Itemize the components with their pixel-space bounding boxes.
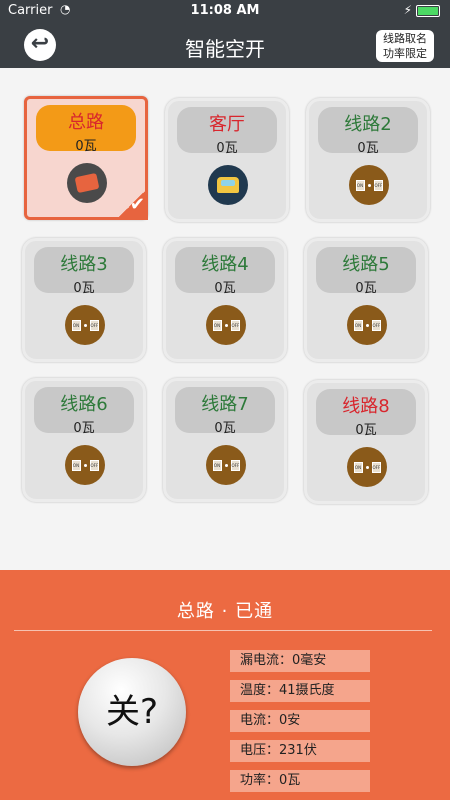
circuit-card-line-4[interactable]: 线路4 0瓦 ON OFF [163, 238, 287, 362]
circuit-card-line-5[interactable]: 线路5 0瓦 ON OFF [304, 238, 428, 362]
circuit-power: 0瓦 [355, 281, 377, 296]
circuit-status-title: 总路 · 已通 [176, 601, 274, 622]
current-reading: 电流：0安 [230, 710, 370, 732]
circuit-name: 线路4 [201, 254, 249, 275]
status-panel: 总路 · 已通 关? 漏电流：0毫安 温度：41摄氏度 电流：0安 电压：231… [0, 570, 450, 800]
circuit-card-line-3[interactable]: 线路3 0瓦 ON OFF [22, 238, 146, 362]
panel-divider [14, 630, 432, 631]
switch-off-label: OFF [230, 459, 240, 471]
circuit-power: 0瓦 [216, 141, 238, 156]
card-header: 线路6 0瓦 [34, 387, 134, 436]
circuit-name: 总路 [68, 112, 104, 133]
status-time: 11:08 AM [190, 3, 260, 18]
switch-off-label: OFF [371, 461, 381, 473]
switch-icon: ON OFF [65, 305, 105, 345]
card-header: 总路 0瓦 [36, 105, 136, 154]
status-bar: Carrier ◔ 11:08 AM ⚡ [0, 0, 450, 22]
card-header: 线路5 0瓦 [316, 247, 416, 296]
switch-off-label: OFF [373, 179, 383, 191]
card-header: 线路7 0瓦 [175, 387, 275, 436]
switch-on-label: ON [212, 459, 222, 471]
switch-icon: ON OFF [206, 305, 246, 345]
circuit-card-line-6[interactable]: 线路6 0瓦 ON OFF [22, 378, 146, 502]
switch-icon: ON OFF [347, 305, 387, 345]
switch-off-label: OFF [230, 319, 240, 331]
sofa-icon [208, 165, 248, 205]
battery-icon [416, 5, 440, 17]
card-header: 线路4 0瓦 [175, 247, 275, 296]
charging-icon: ⚡ [403, 3, 412, 17]
card-header: 线路3 0瓦 [34, 247, 134, 296]
switch-on-label: ON [71, 459, 81, 471]
switch-on-label: ON [71, 319, 81, 331]
card-header: 客厅 0瓦 [177, 107, 277, 156]
switch-on-label: ON [212, 319, 222, 331]
switch-on-label: ON [355, 179, 365, 191]
switch-icon: ON OFF [349, 165, 389, 205]
circuit-card-main[interactable]: 总路 0瓦 ✔ [24, 96, 148, 220]
circuit-name: 线路7 [201, 394, 249, 415]
battery-level-fill [418, 7, 438, 15]
circuit-name: 线路8 [342, 396, 390, 417]
circuit-name: 线路5 [342, 254, 390, 275]
circuit-name: 线路2 [344, 114, 392, 135]
circuit-name: 线路6 [60, 394, 108, 415]
circuit-card-line-2[interactable]: 线路2 0瓦 ON OFF [306, 98, 430, 222]
switch-on-label: ON [353, 461, 363, 473]
card-header: 线路2 0瓦 [318, 107, 418, 156]
circuit-card-line-7[interactable]: 线路7 0瓦 ON OFF [163, 378, 287, 502]
switch-off-label: OFF [89, 319, 99, 331]
circuit-power: 0瓦 [73, 421, 95, 436]
switch-icon: ON OFF [347, 447, 387, 487]
breaker-icon [67, 163, 107, 203]
power-reading: 功率：0瓦 [230, 770, 370, 792]
power-limit-label: 功率限定 [383, 47, 427, 60]
voltage-reading: 电压：231伏 [230, 740, 370, 762]
circuit-power: 0瓦 [214, 421, 236, 436]
switch-on-label: ON [353, 319, 363, 331]
selected-check-icon: ✔ [116, 188, 148, 220]
circuit-power: 0瓦 [73, 281, 95, 296]
power-off-button[interactable]: 关? [78, 658, 186, 766]
rename-label: 线路取名 [383, 32, 427, 45]
circuit-card-line-8[interactable]: 线路8 0瓦 ON OFF [304, 380, 428, 504]
card-header: 线路8 0瓦 [316, 389, 416, 438]
rename-limit-button[interactable]: 线路取名 功率限定 [376, 30, 434, 62]
nav-bar: ↩ 智能空开 线路取名 功率限定 [0, 22, 450, 68]
circuit-card-living-room[interactable]: 客厅 0瓦 [165, 98, 289, 222]
circuit-power: 0瓦 [214, 281, 236, 296]
switch-off-label: OFF [89, 459, 99, 471]
switch-off-label: OFF [371, 319, 381, 331]
readings-list: 漏电流：0毫安 温度：41摄氏度 电流：0安 电压：231伏 功率：0瓦 [230, 650, 370, 800]
circuit-power: 0瓦 [355, 423, 377, 438]
switch-icon: ON OFF [206, 445, 246, 485]
temperature-reading: 温度：41摄氏度 [230, 680, 370, 702]
switch-icon: ON OFF [65, 445, 105, 485]
circuit-name: 线路3 [60, 254, 108, 275]
circuit-power: 0瓦 [75, 139, 97, 154]
circuit-name: 客厅 [209, 114, 245, 135]
circuit-power: 0瓦 [357, 141, 379, 156]
leakage-current-reading: 漏电流：0毫安 [230, 650, 370, 672]
